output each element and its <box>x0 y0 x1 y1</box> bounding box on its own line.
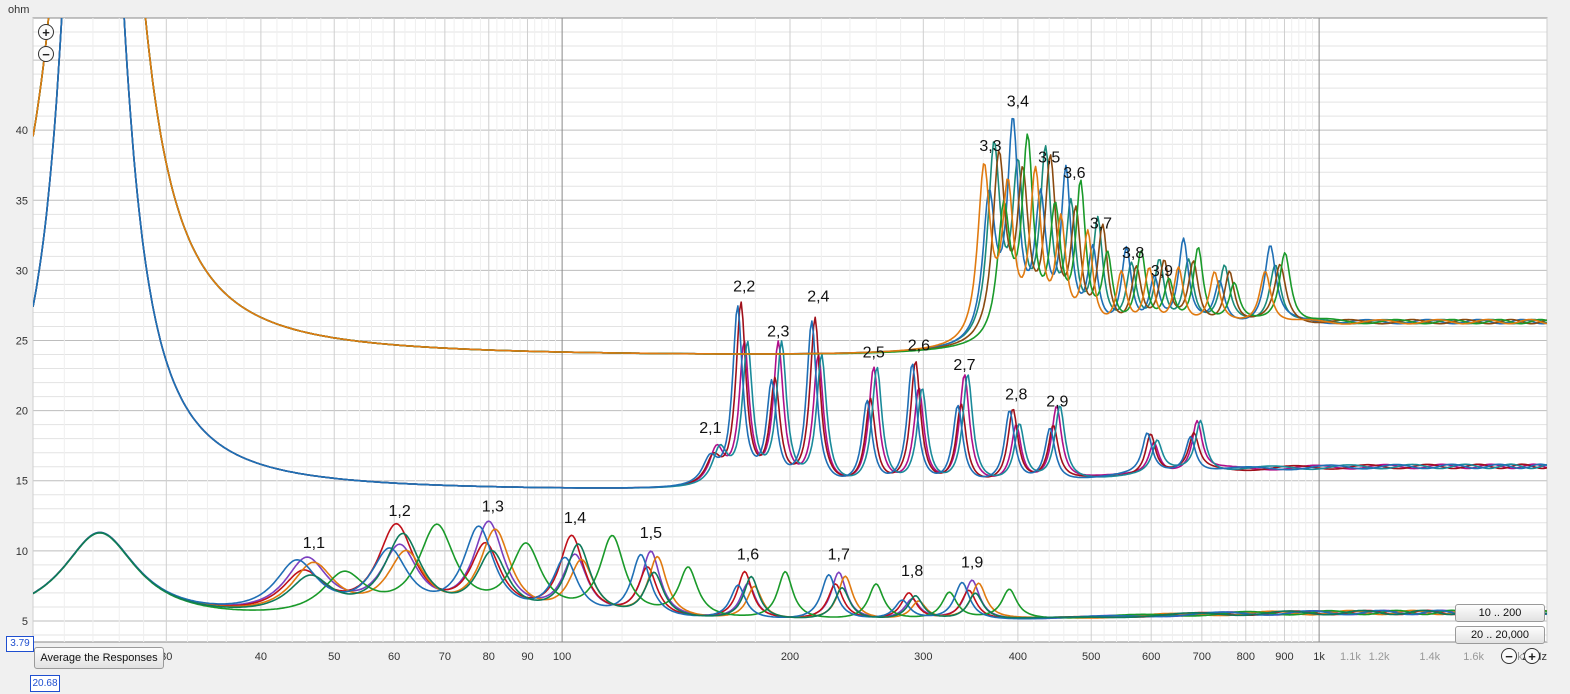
mode-label: 2,2 <box>733 278 755 295</box>
x-tick-label: 800 <box>1237 651 1255 663</box>
y-tick-label: 5 <box>22 616 28 628</box>
x-tick-label: 1.2k <box>1369 651 1390 663</box>
x-tick-label: 900 <box>1275 651 1293 663</box>
range-10-200-button[interactable]: 10 .. 200 <box>1455 604 1545 622</box>
impedance-chart: 5 10 15 20 25 30 35 40 30 40 50 60 70 80 90 100 200 300 4… <box>16 17 1548 663</box>
mode-label: 3,7 <box>1090 215 1112 232</box>
mode-label: 1,9 <box>961 555 983 572</box>
mode-label: 3,5 <box>1038 149 1060 166</box>
zoom-in-icon[interactable]: + <box>38 24 54 40</box>
mode-label: 2,1 <box>699 420 721 437</box>
mode-label: 2,9 <box>1046 393 1068 410</box>
x-tick-label: 1k <box>1313 651 1325 663</box>
x-tick-label: 400 <box>1009 651 1027 663</box>
y-tick-labels: 5 10 15 20 25 30 35 40 <box>16 125 28 628</box>
x-tick-label: 700 <box>1193 651 1211 663</box>
mode-label: 1,1 <box>303 535 325 552</box>
mode-label: 2,4 <box>807 288 829 305</box>
mode-label: 2,5 <box>863 344 885 361</box>
mode-label: 2,7 <box>953 357 975 374</box>
x-tick-label: 200 <box>781 651 799 663</box>
x-tick-label: 40 <box>255 651 267 663</box>
x-tick-label: 500 <box>1082 651 1100 663</box>
y-tick-label: 10 <box>16 546 28 558</box>
x-tick-label: 1.4k <box>1419 651 1440 663</box>
x-tick-label: 1.6k <box>1463 651 1484 663</box>
range-20-20000-button[interactable]: 20 .. 20,000 <box>1455 626 1545 644</box>
mode-label: 1,6 <box>737 546 759 563</box>
mode-label: 1,2 <box>388 503 410 520</box>
mode-label: 2,8 <box>1005 386 1027 403</box>
mode-label: 3,9 <box>1151 263 1173 280</box>
mode-label: 3,3 <box>979 138 1001 155</box>
mode-label: 3,6 <box>1063 165 1085 182</box>
x-tick-label: 90 <box>521 651 533 663</box>
zoom-out-icon[interactable]: − <box>38 46 54 62</box>
y-tick-label: 35 <box>16 195 28 207</box>
mode-label: 1,3 <box>482 499 504 516</box>
mode-label: 3,8 <box>1122 245 1144 262</box>
x-tick-label: 70 <box>439 651 451 663</box>
mode-label: 1,4 <box>564 510 586 527</box>
mode-label: 3,4 <box>1007 93 1029 110</box>
x-tick-label: 60 <box>388 651 400 663</box>
mode-label: 1,8 <box>901 563 923 580</box>
y-tick-label: 15 <box>16 476 28 488</box>
cursor-x-readout: 20.68 <box>30 675 60 692</box>
x-tick-label: 80 <box>483 651 495 663</box>
zoom-out-x-icon[interactable]: − <box>1501 648 1517 664</box>
x-tick-label: 50 <box>328 651 340 663</box>
y-tick-label: 40 <box>16 125 28 137</box>
mode-label: 2,3 <box>767 323 789 340</box>
x-tick-labels: 30 40 50 60 70 80 90 100 200 300 400 500 600 700 800 90… <box>160 651 1547 663</box>
average-responses-button[interactable]: Average the Responses <box>34 647 164 669</box>
y-tick-label: 20 <box>16 406 28 418</box>
mode-label: 1,7 <box>828 546 850 563</box>
x-tick-label: 300 <box>914 651 932 663</box>
mode-label: 2,6 <box>908 337 930 354</box>
x-tick-label: 600 <box>1142 651 1160 663</box>
y-tick-label: 30 <box>16 265 28 277</box>
mode-label: 1,5 <box>640 525 662 542</box>
y-tick-label: 25 <box>16 336 28 348</box>
cursor-y-readout: 3.79 <box>6 636 34 652</box>
zoom-in-x-icon[interactable]: + <box>1524 648 1540 664</box>
x-tick-label: 1.1k <box>1340 651 1361 663</box>
x-tick-label: 100 <box>553 651 571 663</box>
